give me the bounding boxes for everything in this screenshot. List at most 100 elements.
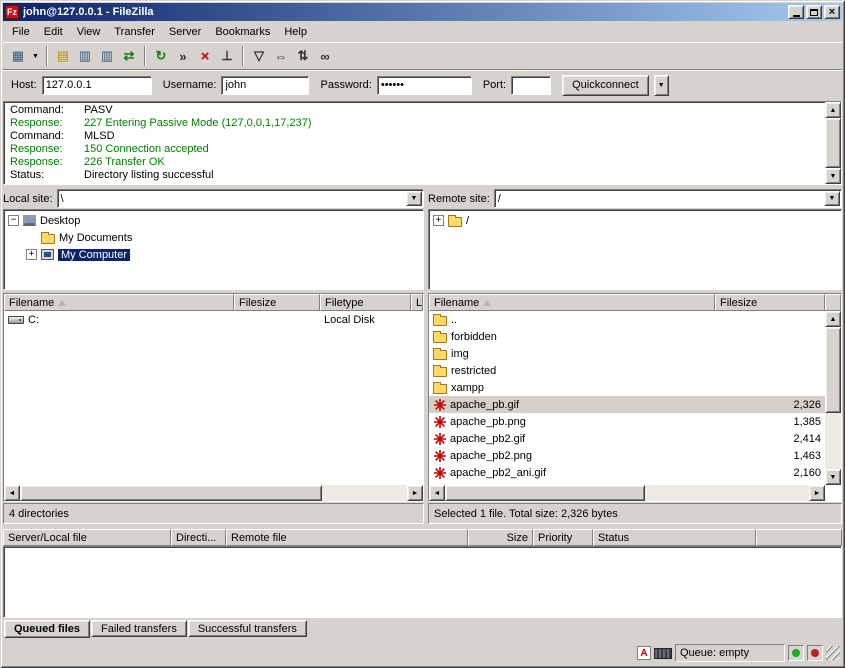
synchronized-browsing-icon[interactable]: ⇅ bbox=[292, 45, 314, 67]
local-treeview-toggle-icon[interactable]: ▥ bbox=[74, 45, 96, 67]
disconnect-icon[interactable]: ⊥ bbox=[216, 45, 238, 67]
broken-image-file-icon bbox=[433, 432, 446, 445]
tree-item-my-documents[interactable]: My Documents bbox=[8, 229, 423, 246]
scroll-thumb[interactable] bbox=[20, 485, 322, 501]
remote-list-vscrollbar[interactable]: ▲ ▼ bbox=[825, 311, 841, 485]
column-header-direction[interactable]: Directi... bbox=[171, 529, 226, 546]
process-queue-icon[interactable]: » bbox=[172, 45, 194, 67]
remote-file-row[interactable]: .. bbox=[429, 311, 825, 328]
remote-file-list: Filename Filesize .. forbidden img bbox=[428, 293, 842, 502]
transfer-type-indicator-icon[interactable]: A bbox=[637, 646, 651, 660]
column-header-last-modified[interactable]: L bbox=[411, 294, 423, 311]
statusbar: A Queue: empty bbox=[3, 641, 842, 665]
directory-filters-icon[interactable]: ▽ bbox=[248, 45, 270, 67]
column-header-filesize[interactable]: Filesize bbox=[234, 294, 320, 311]
local-list-hscrollbar[interactable]: ◄ ► bbox=[4, 485, 423, 501]
open-folder-icon bbox=[448, 217, 462, 227]
quickconnect-dropdown-icon[interactable]: ▼ bbox=[654, 75, 669, 96]
scroll-right-icon[interactable]: ► bbox=[809, 485, 825, 501]
local-site-value: \ bbox=[58, 193, 406, 205]
menu-server[interactable]: Server bbox=[162, 23, 208, 41]
titlebar[interactable]: Fz john@127.0.0.1 - FileZilla × bbox=[3, 3, 842, 21]
close-button[interactable]: × bbox=[824, 5, 840, 19]
scroll-up-icon[interactable]: ▲ bbox=[825, 102, 841, 118]
log-scrollbar[interactable]: ▲ ▼ bbox=[825, 102, 841, 184]
tree-item-my-computer[interactable]: + My Computer bbox=[8, 246, 423, 263]
refresh-icon[interactable]: ↻ bbox=[150, 45, 172, 67]
scroll-thumb[interactable] bbox=[825, 118, 841, 168]
scroll-right-icon[interactable]: ► bbox=[407, 485, 423, 501]
file-name: apache_pb.png bbox=[450, 416, 526, 428]
remote-list-header: Filename Filesize bbox=[429, 294, 841, 311]
scroll-up-icon[interactable]: ▲ bbox=[825, 311, 841, 327]
column-header-remote-file[interactable]: Remote file bbox=[226, 529, 468, 546]
keyboard-icon[interactable] bbox=[654, 648, 672, 659]
expand-icon[interactable]: + bbox=[433, 215, 444, 226]
find-files-icon[interactable]: ∞ bbox=[314, 45, 336, 67]
maximize-button[interactable] bbox=[806, 5, 822, 19]
tab-failed-transfers[interactable]: Failed transfers bbox=[91, 620, 187, 637]
host-input[interactable] bbox=[42, 76, 152, 95]
remote-file-row[interactable]: img bbox=[429, 345, 825, 362]
tab-successful-transfers[interactable]: Successful transfers bbox=[188, 620, 307, 637]
scroll-thumb[interactable] bbox=[825, 327, 841, 413]
column-header-filesize[interactable]: Filesize bbox=[715, 294, 825, 311]
tree-item-root[interactable]: + / bbox=[433, 212, 841, 229]
column-header-size[interactable]: Size bbox=[468, 529, 533, 546]
local-file-row[interactable]: C: Local Disk bbox=[4, 311, 423, 328]
site-manager-icon[interactable]: ▦ bbox=[7, 45, 29, 67]
remote-file-row-selected[interactable]: apache_pb.gif 2,326 bbox=[429, 396, 825, 413]
remote-file-row[interactable]: apache_pb2.gif 2,414 bbox=[429, 430, 825, 447]
local-site-combo[interactable]: \ ▼ bbox=[57, 189, 424, 208]
scroll-thumb[interactable] bbox=[445, 485, 645, 501]
remote-file-row[interactable]: restricted bbox=[429, 362, 825, 379]
menu-help[interactable]: Help bbox=[277, 23, 314, 41]
tree-item-label: My Computer bbox=[58, 249, 130, 261]
column-header-filename[interactable]: Filename bbox=[4, 294, 234, 311]
cancel-current-operation-icon[interactable]: × bbox=[194, 45, 216, 67]
menu-edit[interactable]: Edit bbox=[37, 23, 70, 41]
scroll-down-icon[interactable]: ▼ bbox=[825, 168, 841, 184]
scroll-left-icon[interactable]: ◄ bbox=[4, 485, 20, 501]
transfer-queue-toggle-icon[interactable]: ⇄ bbox=[118, 45, 140, 67]
remote-treeview-toggle-icon[interactable]: ▥ bbox=[96, 45, 118, 67]
remote-file-row[interactable]: forbidden bbox=[429, 328, 825, 345]
scroll-down-icon[interactable]: ▼ bbox=[825, 469, 841, 485]
site-manager-dropdown-icon[interactable]: ▼ bbox=[29, 45, 42, 67]
queue-body[interactable] bbox=[3, 546, 842, 618]
directory-comparison-icon[interactable]: ⇔ bbox=[270, 45, 292, 67]
log-line: Response:226 Transfer OK bbox=[10, 156, 825, 169]
quickconnect-bar: Host: Username: Password: Port: Quickcon… bbox=[3, 69, 842, 100]
menu-bookmarks[interactable]: Bookmarks bbox=[208, 23, 277, 41]
username-input[interactable] bbox=[221, 76, 309, 95]
column-header-filename[interactable]: Filename bbox=[429, 294, 715, 311]
menu-transfer[interactable]: Transfer bbox=[107, 23, 162, 41]
message-log-toggle-icon[interactable]: ▤ bbox=[52, 45, 74, 67]
port-input[interactable] bbox=[511, 76, 551, 95]
remote-file-row[interactable]: apache_pb2_ani.gif 2,160 bbox=[429, 464, 825, 481]
remote-site-combo[interactable]: / ▼ bbox=[494, 189, 842, 208]
minimize-button[interactable] bbox=[788, 5, 804, 19]
column-header-priority[interactable]: Priority bbox=[533, 529, 593, 546]
column-header-server-local-file[interactable]: Server/Local file bbox=[3, 529, 171, 546]
remote-file-row[interactable]: xampp bbox=[429, 379, 825, 396]
folder-icon bbox=[433, 384, 447, 394]
quickconnect-button[interactable]: Quickconnect bbox=[562, 75, 649, 96]
tab-queued-files[interactable]: Queued files bbox=[4, 620, 90, 638]
password-input[interactable] bbox=[377, 76, 472, 95]
expand-icon[interactable]: + bbox=[26, 249, 37, 260]
scroll-left-icon[interactable]: ◄ bbox=[429, 485, 445, 501]
resize-grip[interactable] bbox=[826, 646, 840, 660]
collapse-icon[interactable]: − bbox=[8, 215, 19, 226]
column-header-status[interactable]: Status bbox=[593, 529, 756, 546]
chevron-down-icon[interactable]: ▼ bbox=[406, 191, 422, 206]
chevron-down-icon[interactable]: ▼ bbox=[824, 191, 840, 206]
remote-file-row[interactable]: apache_pb.png 1,385 bbox=[429, 413, 825, 430]
queue-header: Server/Local file Directi... Remote file… bbox=[3, 529, 842, 546]
menu-view[interactable]: View bbox=[70, 23, 108, 41]
remote-file-row[interactable]: apache_pb2.png 1,463 bbox=[429, 447, 825, 464]
tree-item-desktop[interactable]: − Desktop bbox=[8, 212, 423, 229]
remote-list-hscrollbar[interactable]: ◄ ► bbox=[429, 485, 825, 501]
menu-file[interactable]: File bbox=[5, 23, 37, 41]
column-header-filetype[interactable]: Filetype bbox=[320, 294, 411, 311]
